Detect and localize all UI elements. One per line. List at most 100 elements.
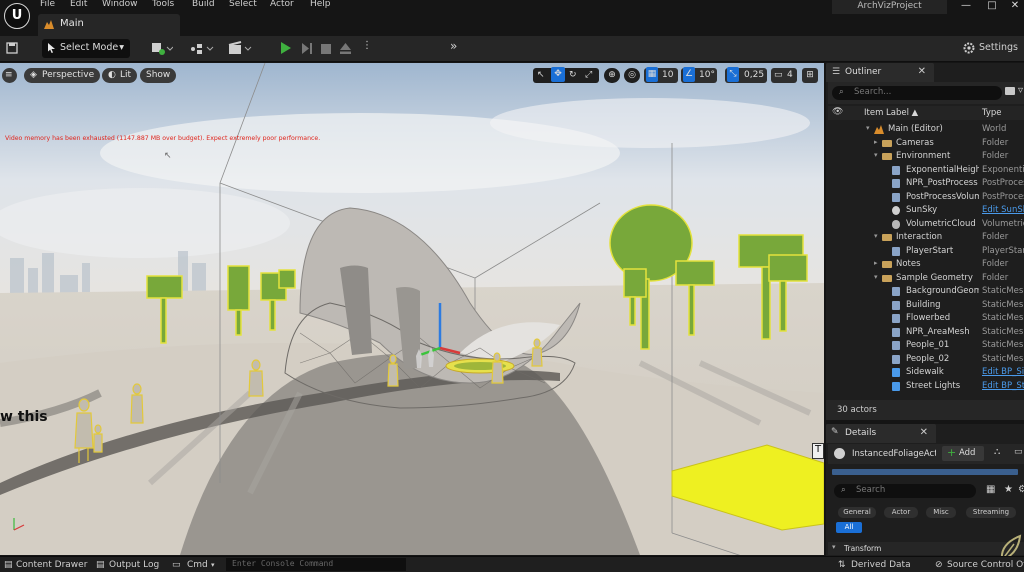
menu-edit[interactable]: Edit bbox=[70, 0, 87, 9]
lit-button[interactable]: ◐ Lit bbox=[102, 68, 138, 83]
menu-actor[interactable]: Actor bbox=[270, 0, 294, 9]
gear-icon[interactable] bbox=[963, 42, 975, 54]
tree-row-npr-postprocess[interactable]: NPR_PostProcessPostProcessVolume bbox=[826, 177, 1024, 191]
menu-file[interactable]: File bbox=[40, 0, 55, 9]
filter-actor[interactable]: Actor bbox=[884, 507, 918, 518]
maximize-viewport-icon[interactable]: ⊞ bbox=[802, 68, 818, 83]
source-control-button[interactable]: Source Control Off bbox=[947, 560, 1024, 570]
tree-row-main[interactable]: ▾ Main (Editor) World bbox=[826, 123, 1024, 137]
rotation-snap-button[interactable]: ∠ 10° bbox=[681, 67, 717, 83]
unreal-logo-icon[interactable]: U bbox=[4, 3, 30, 29]
viewport-menu-button[interactable]: ≡ bbox=[2, 68, 17, 83]
tree-row-sample-geometry[interactable]: ▾ Sample Geometry Folder bbox=[826, 272, 1024, 286]
minimize-icon[interactable]: — bbox=[955, 0, 977, 14]
scale-snap-button[interactable]: ⤡ 0,25 bbox=[725, 67, 767, 83]
outliner-tab[interactable]: ☰ Outliner ✕ bbox=[826, 63, 934, 82]
add-component-button[interactable]: + Add bbox=[942, 446, 984, 461]
close-outliner-icon[interactable]: ✕ bbox=[918, 66, 926, 77]
expand-toolbar-icon[interactable]: » bbox=[450, 39, 457, 53]
component-tree-row[interactable] bbox=[832, 469, 1018, 475]
visibility-icon[interactable]: 👁 bbox=[832, 107, 843, 117]
details-tab[interactable]: ✎ Details ✕ bbox=[826, 424, 936, 443]
tree-row-sunsky[interactable]: SunSkyEdit SunSky bbox=[826, 204, 1024, 218]
output-log-icon[interactable]: ▤ bbox=[96, 560, 105, 570]
close-icon[interactable]: ✕ bbox=[1004, 0, 1024, 14]
tree-row-sidewalk[interactable]: SidewalkEdit BP_Sidewalk bbox=[826, 366, 1024, 380]
derived-data-button[interactable]: Derived Data bbox=[851, 560, 911, 570]
type-column[interactable]: Type bbox=[982, 108, 1002, 118]
tree-row-people-02[interactable]: People_02StaticMeshActor bbox=[826, 353, 1024, 367]
outliner-search-input[interactable]: ⌕ Search... bbox=[832, 86, 1002, 100]
camera-speed-button[interactable]: ▭ 4 bbox=[771, 68, 797, 83]
filter-streaming[interactable]: Streaming bbox=[966, 507, 1016, 518]
tree-row-environment[interactable]: ▾ Environment Folder bbox=[826, 150, 1024, 164]
tree-row-exponentialheightfog[interactable]: ExponentialHeightFogExponentialHeightFog bbox=[826, 164, 1024, 178]
tree-row-volumetriccloud[interactable]: VolumetricCloudVolumetricCloud bbox=[826, 218, 1024, 232]
filter-misc[interactable]: Misc bbox=[926, 507, 956, 518]
level-viewport[interactable]: Video memory has been exhausted (1147.88… bbox=[0, 63, 824, 555]
world-local-icon[interactable]: ⊕ bbox=[604, 68, 620, 83]
add-folder-icon[interactable] bbox=[1005, 87, 1015, 95]
table-view-icon[interactable]: ▦ bbox=[986, 484, 995, 495]
select-mode-dropdown[interactable]: Select Mode ▾ bbox=[42, 39, 130, 58]
cmd-icon[interactable]: ▭ bbox=[172, 560, 181, 570]
settings-button[interactable]: Settings bbox=[979, 42, 1018, 53]
tree-row-notes[interactable]: ▸ Notes Folder bbox=[826, 258, 1024, 272]
show-button[interactable]: Show bbox=[140, 68, 177, 83]
menu-help[interactable]: Help bbox=[310, 0, 331, 9]
console-input[interactable]: Enter Console Command bbox=[226, 558, 406, 571]
output-log-button[interactable]: Output Log bbox=[109, 560, 159, 570]
content-drawer-icon[interactable]: ▤ bbox=[4, 560, 13, 570]
stop-icon[interactable] bbox=[321, 44, 331, 54]
tree-row-flowerbed[interactable]: FlowerbedStaticMeshActor bbox=[826, 312, 1024, 326]
menu-window[interactable]: Window bbox=[102, 0, 138, 9]
flowerbed[interactable] bbox=[445, 358, 515, 374]
play-button[interactable] bbox=[281, 42, 291, 54]
content-drawer-button[interactable]: Content Drawer bbox=[16, 560, 87, 570]
add-actor-icon[interactable] bbox=[151, 42, 173, 55]
tree-row-playerstart[interactable]: PlayerStartPlayerStart bbox=[826, 245, 1024, 259]
tree-row-street-lights[interactable]: Street LightsEdit BP_StreetLights bbox=[826, 380, 1024, 394]
grid-snap-button[interactable]: ▦ 10 bbox=[644, 67, 678, 83]
menu-build[interactable]: Build bbox=[192, 0, 215, 9]
cinematics-icon[interactable] bbox=[228, 41, 252, 55]
selected-actor-name[interactable]: InstancedFoliageActor bbox=[852, 449, 936, 459]
save-icon[interactable] bbox=[6, 42, 18, 54]
tree-row-cameras[interactable]: ▸ Cameras Folder bbox=[826, 137, 1024, 151]
favorite-star-icon[interactable]: ★ bbox=[1004, 484, 1013, 495]
blueprint-icon[interactable] bbox=[190, 42, 214, 55]
maximize-icon[interactable]: □ bbox=[981, 0, 1003, 14]
play-options-icon[interactable]: ⋮ bbox=[362, 40, 372, 51]
derived-data-icon[interactable]: ⇅ bbox=[838, 560, 846, 570]
close-details-icon[interactable]: ✕ bbox=[920, 427, 928, 438]
details-options-icon[interactable]: ▭ bbox=[1014, 447, 1023, 457]
move-tool-icon[interactable]: ✥ bbox=[551, 67, 565, 82]
tree-row-backgroundgeometry[interactable]: BackgroundGeometryStaticMeshActor bbox=[826, 285, 1024, 299]
tree-row-people-01[interactable]: People_01StaticMeshActor bbox=[826, 339, 1024, 353]
eject-icon[interactable] bbox=[340, 43, 351, 54]
details-settings-icon[interactable]: ⚙ bbox=[1018, 484, 1024, 495]
cmd-dropdown[interactable]: Cmd bbox=[187, 560, 208, 570]
scale-tool-icon[interactable]: ⤢ bbox=[585, 68, 592, 82]
item-label-column[interactable]: Item Label ▲ bbox=[864, 108, 918, 118]
menu-select[interactable]: Select bbox=[229, 0, 257, 9]
menu-tools[interactable]: Tools bbox=[152, 0, 174, 9]
details-search-input[interactable]: ⌕ Search bbox=[834, 484, 976, 498]
tree-row-interaction[interactable]: ▾ Interaction Folder bbox=[826, 231, 1024, 245]
step-icon[interactable] bbox=[302, 43, 312, 54]
tree-row-npr-areamesh[interactable]: NPR_AreaMeshStaticMeshActor bbox=[826, 326, 1024, 340]
blueprint-convert-icon[interactable]: ⛬ bbox=[994, 447, 1000, 457]
tab-main[interactable]: Main bbox=[38, 14, 180, 36]
filter-all[interactable]: All bbox=[836, 522, 862, 533]
surface-snap-icon[interactable]: ◎ bbox=[624, 68, 640, 83]
outliner-filter-icon[interactable]: ▿ bbox=[1018, 85, 1023, 96]
tree-row-building[interactable]: BuildingStaticMeshActor bbox=[826, 299, 1024, 313]
rotate-tool-icon[interactable]: ↻ bbox=[569, 68, 577, 82]
transform-section[interactable]: ▾ Transform bbox=[828, 542, 1024, 555]
source-control-icon[interactable]: ⊘ bbox=[935, 560, 943, 570]
text-render-icon[interactable]: T bbox=[812, 443, 824, 459]
tree-row-postprocessvolume[interactable]: PostProcessVolumePostProcessVolume bbox=[826, 191, 1024, 205]
select-tool-icon[interactable]: ↖ bbox=[537, 68, 545, 82]
perspective-button[interactable]: ◈ Perspective bbox=[24, 68, 101, 83]
chevron-down-icon[interactable]: ▾ bbox=[211, 561, 215, 569]
